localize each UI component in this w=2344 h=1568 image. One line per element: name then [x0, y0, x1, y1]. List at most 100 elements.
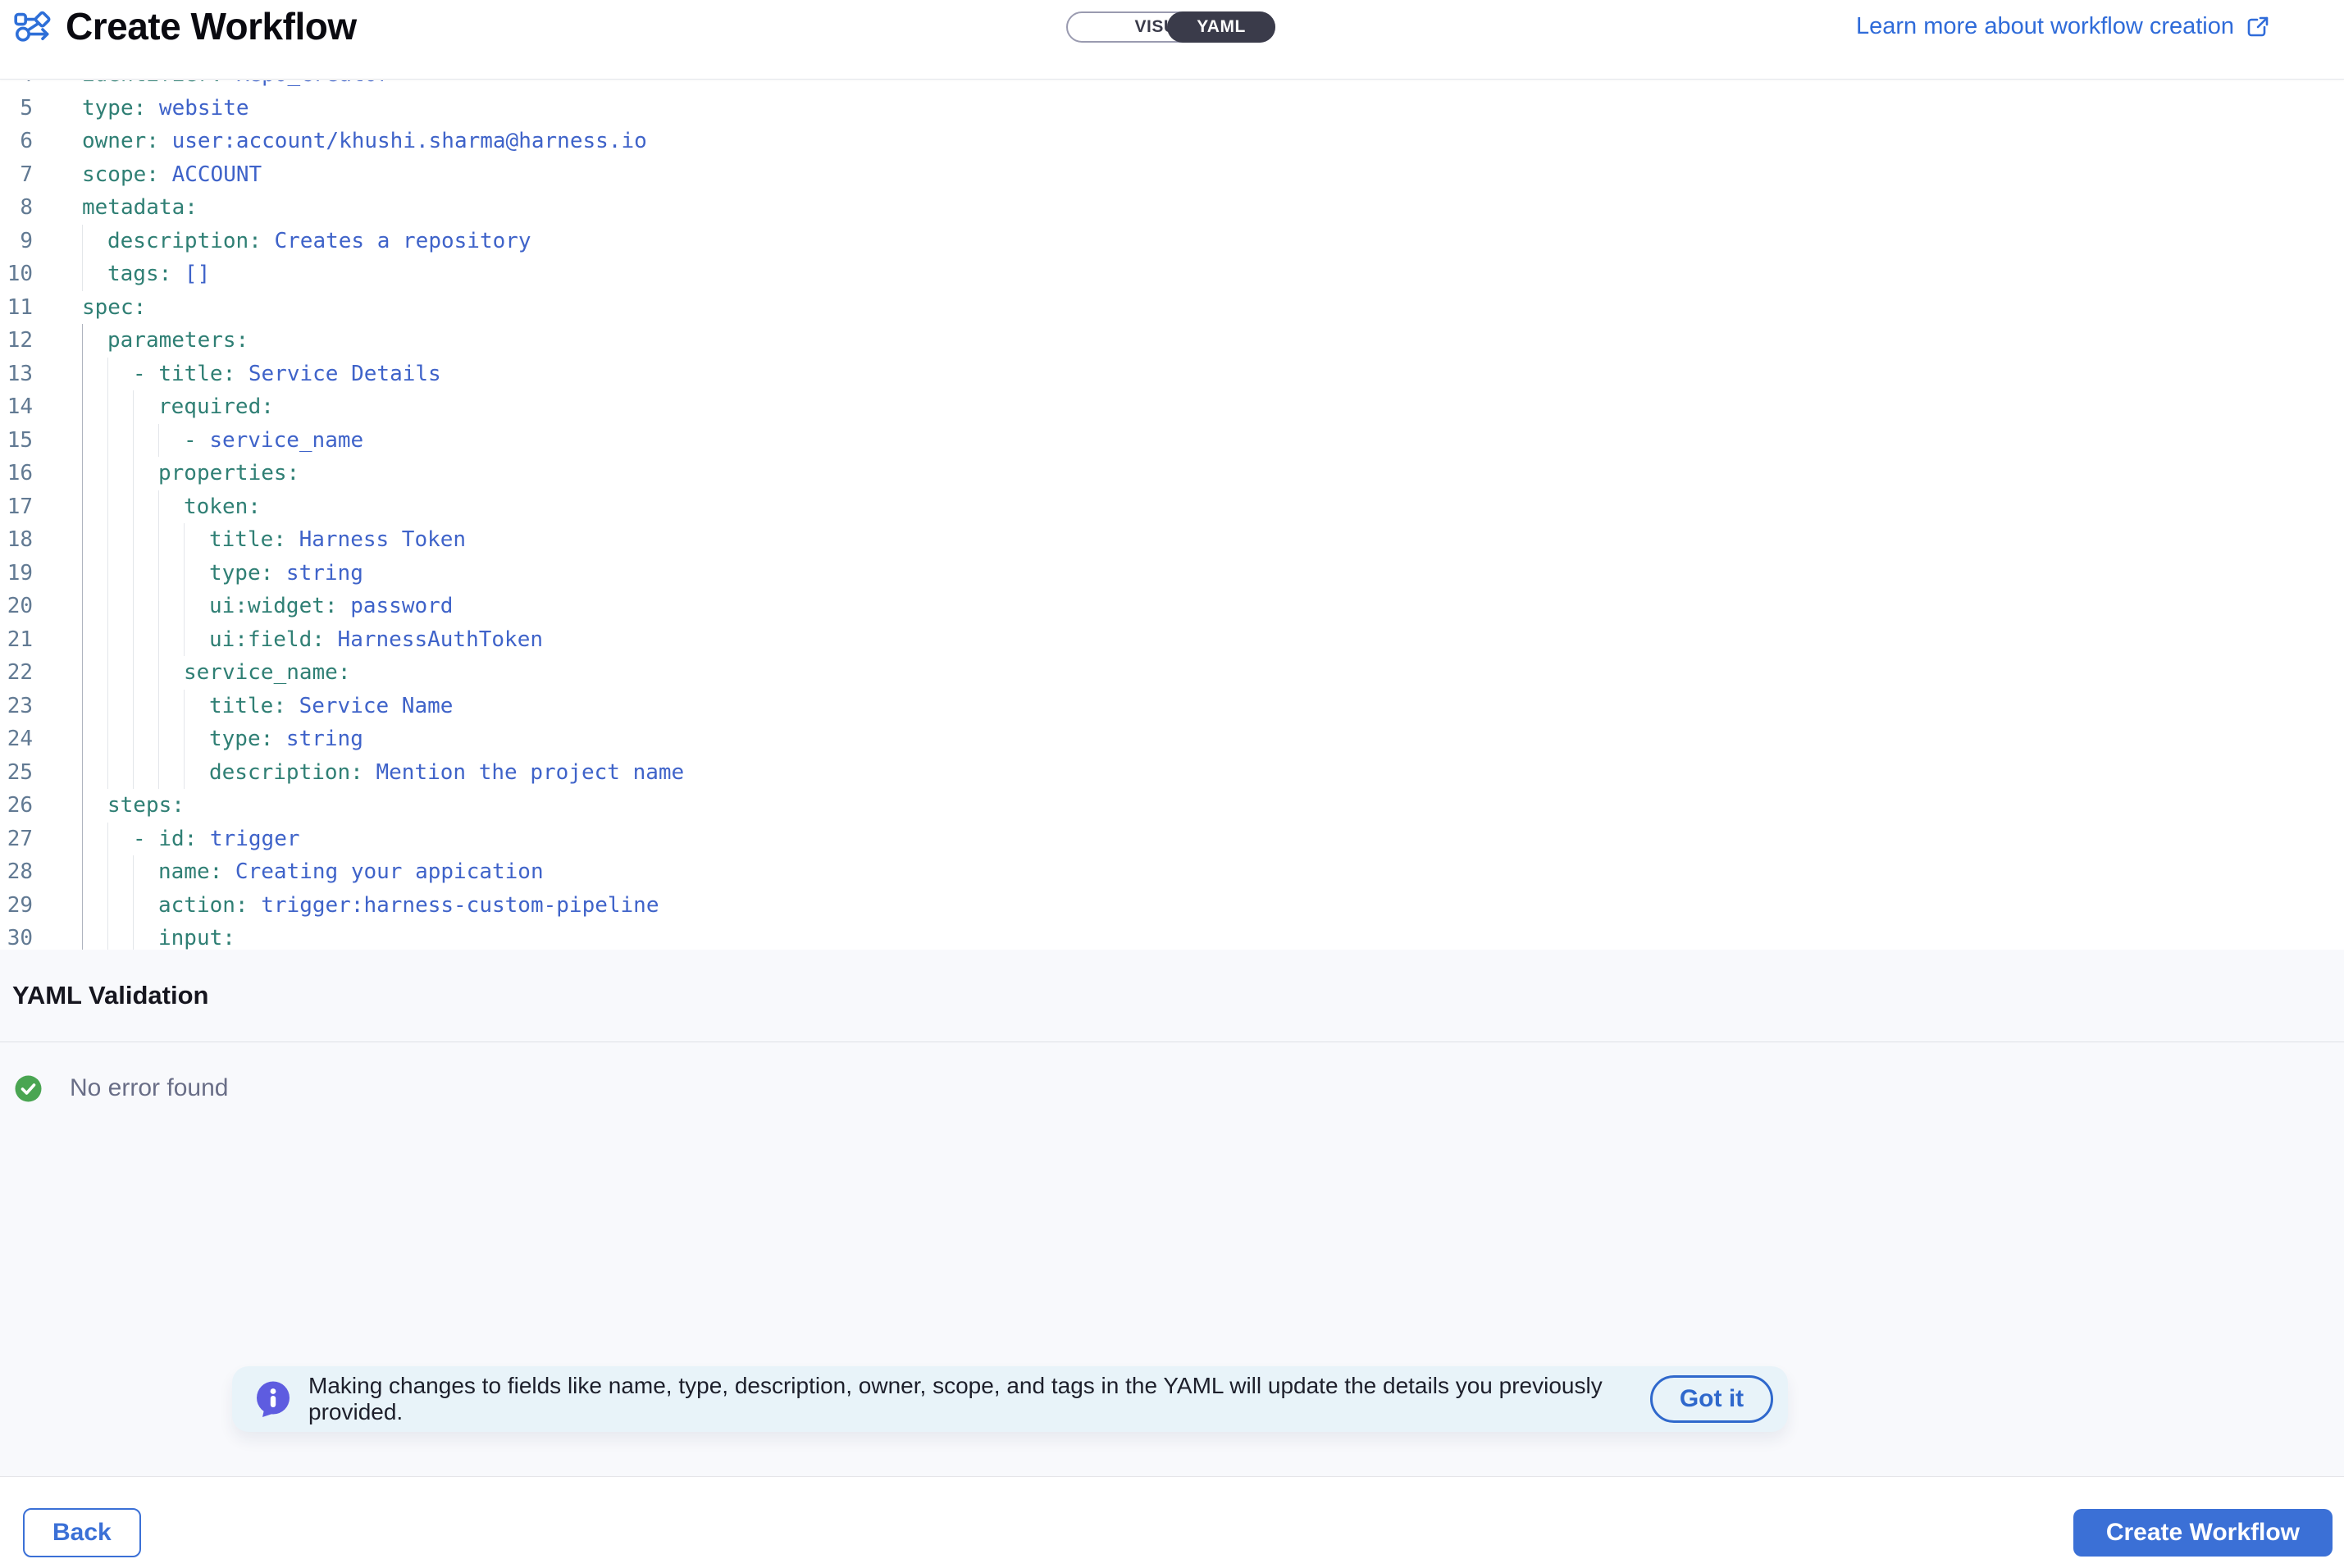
line-number: 20	[0, 590, 33, 623]
info-icon	[254, 1380, 292, 1418]
indent-guide	[184, 590, 185, 623]
indent-guide	[158, 590, 159, 623]
line-number: 10	[0, 258, 33, 291]
indent-guide	[133, 889, 134, 923]
code-line[interactable]: 21ui:field: HarnessAuthToken	[0, 623, 2344, 657]
indent-guide	[133, 457, 134, 490]
code-line[interactable]: 30input:	[0, 922, 2344, 950]
code-line[interactable]: 12parameters:	[0, 324, 2344, 358]
indent-guide	[82, 690, 83, 723]
indent-guide	[82, 258, 83, 291]
workflow-icon	[13, 8, 52, 44]
yaml-editor[interactable]: 4identifier: Repo_creator5type: website6…	[0, 80, 2344, 950]
indent-guide	[133, 557, 134, 590]
indent-guide	[107, 623, 108, 657]
indent-guide	[158, 756, 159, 790]
code-line[interactable]: 10tags: []	[0, 258, 2344, 291]
code-line[interactable]: 23title: Service Name	[0, 690, 2344, 723]
line-number: 22	[0, 656, 33, 690]
code-line[interactable]: 16properties:	[0, 457, 2344, 490]
code-line[interactable]: 20ui:widget: password	[0, 590, 2344, 623]
line-number: 7	[0, 158, 33, 192]
indent-guide	[158, 490, 159, 524]
indent-guide	[184, 623, 185, 657]
code-line[interactable]: 15- service_name	[0, 424, 2344, 458]
indent-guide	[133, 424, 134, 458]
indent-guide	[158, 722, 159, 756]
code-line[interactable]: 29action: trigger:harness-custom-pipelin…	[0, 889, 2344, 923]
code-line[interactable]: 24type: string	[0, 722, 2344, 756]
validation-status-text: No error found	[70, 1074, 228, 1102]
indent-guide	[82, 656, 83, 690]
visual-yaml-toggle: VISUAL YAML	[1066, 11, 1275, 43]
line-number: 26	[0, 789, 33, 823]
got-it-button[interactable]: Got it	[1650, 1375, 1773, 1423]
code-line[interactable]: 8metadata:	[0, 191, 2344, 225]
code-line[interactable]: 22service_name:	[0, 656, 2344, 690]
line-number: 16	[0, 457, 33, 490]
learn-more-label: Learn more about workflow creation	[1856, 13, 2234, 40]
indent-guide	[107, 490, 108, 524]
code-line[interactable]: 6owner: user:account/khushi.sharma@harne…	[0, 125, 2344, 158]
indent-guide	[158, 656, 159, 690]
create-workflow-button[interactable]: Create Workflow	[2073, 1509, 2333, 1557]
code-line[interactable]: 25description: Mention the project name	[0, 756, 2344, 790]
indent-guide	[107, 390, 108, 424]
line-number: 27	[0, 823, 33, 856]
indent-guide	[133, 922, 134, 950]
indent-guide	[184, 756, 185, 790]
code-line[interactable]: 7scope: ACCOUNT	[0, 158, 2344, 192]
external-link-icon	[2246, 15, 2270, 39]
indent-guide	[107, 656, 108, 690]
indent-guide	[107, 557, 108, 590]
line-number: 21	[0, 623, 33, 657]
indent-guide	[158, 623, 159, 657]
learn-more-link[interactable]: Learn more about workflow creation	[1856, 13, 2270, 40]
page-header: Create Workflow VISUAL YAML Learn more a…	[0, 0, 2344, 80]
indent-guide	[82, 457, 83, 490]
indent-guide	[82, 390, 83, 424]
indent-guide	[82, 623, 83, 657]
success-check-icon	[15, 1075, 42, 1102]
line-number: 8	[0, 191, 33, 225]
code-line[interactable]: 17token:	[0, 490, 2344, 524]
banner-text: Making changes to fields like name, type…	[308, 1373, 1650, 1425]
code-line[interactable]: 27- id: trigger	[0, 823, 2344, 856]
indent-guide	[158, 557, 159, 590]
indent-guide	[133, 690, 134, 723]
indent-guide	[82, 823, 83, 856]
indent-guide	[107, 457, 108, 490]
toggle-yaml[interactable]: YAML	[1167, 11, 1275, 43]
code-line[interactable]: 18title: Harness Token	[0, 523, 2344, 557]
line-number: 13	[0, 358, 33, 391]
indent-guide	[133, 390, 134, 424]
code-line[interactable]: 5type: website	[0, 92, 2344, 125]
code-line[interactable]: 11spec:	[0, 291, 2344, 325]
code-line[interactable]: 26steps:	[0, 789, 2344, 823]
page-title: Create Workflow	[66, 4, 357, 48]
code-line[interactable]: 9description: Creates a repository	[0, 225, 2344, 258]
code-line[interactable]: 14required:	[0, 390, 2344, 424]
code-line[interactable]: 19type: string	[0, 557, 2344, 590]
line-number: 9	[0, 225, 33, 258]
indent-guide	[133, 722, 134, 756]
line-number: 25	[0, 756, 33, 790]
footer-bar: Back Create Workflow	[0, 1476, 2344, 1568]
indent-guide	[107, 922, 108, 950]
back-button[interactable]: Back	[23, 1508, 141, 1557]
code-line[interactable]: 4identifier: Repo_creator	[0, 80, 2344, 92]
indent-guide	[82, 922, 83, 950]
indent-guide	[107, 855, 108, 889]
indent-guide	[82, 722, 83, 756]
line-number: 29	[0, 889, 33, 923]
code-line[interactable]: 28name: Creating your appication	[0, 855, 2344, 889]
indent-guide	[184, 690, 185, 723]
indent-guide	[133, 590, 134, 623]
code-line[interactable]: 13- title: Service Details	[0, 358, 2344, 391]
indent-guide	[82, 789, 83, 823]
validation-header: YAML Validation	[0, 950, 2344, 1042]
validation-status: No error found	[0, 1042, 2344, 1102]
line-number: 5	[0, 92, 33, 125]
indent-guide	[158, 690, 159, 723]
line-number: 28	[0, 855, 33, 889]
